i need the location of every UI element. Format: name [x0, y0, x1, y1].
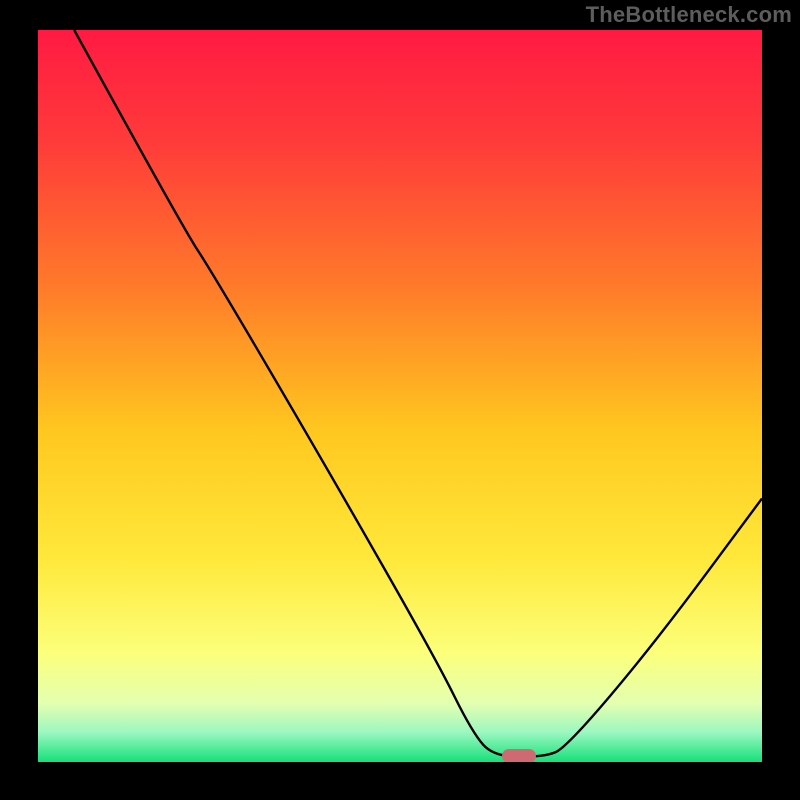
curve-line — [74, 30, 762, 757]
optimum-marker — [502, 749, 536, 762]
curve-layer — [38, 30, 762, 762]
chart-container: TheBottleneck.com — [0, 0, 800, 800]
plot-area — [38, 30, 762, 762]
watermark-text: TheBottleneck.com — [586, 2, 792, 28]
